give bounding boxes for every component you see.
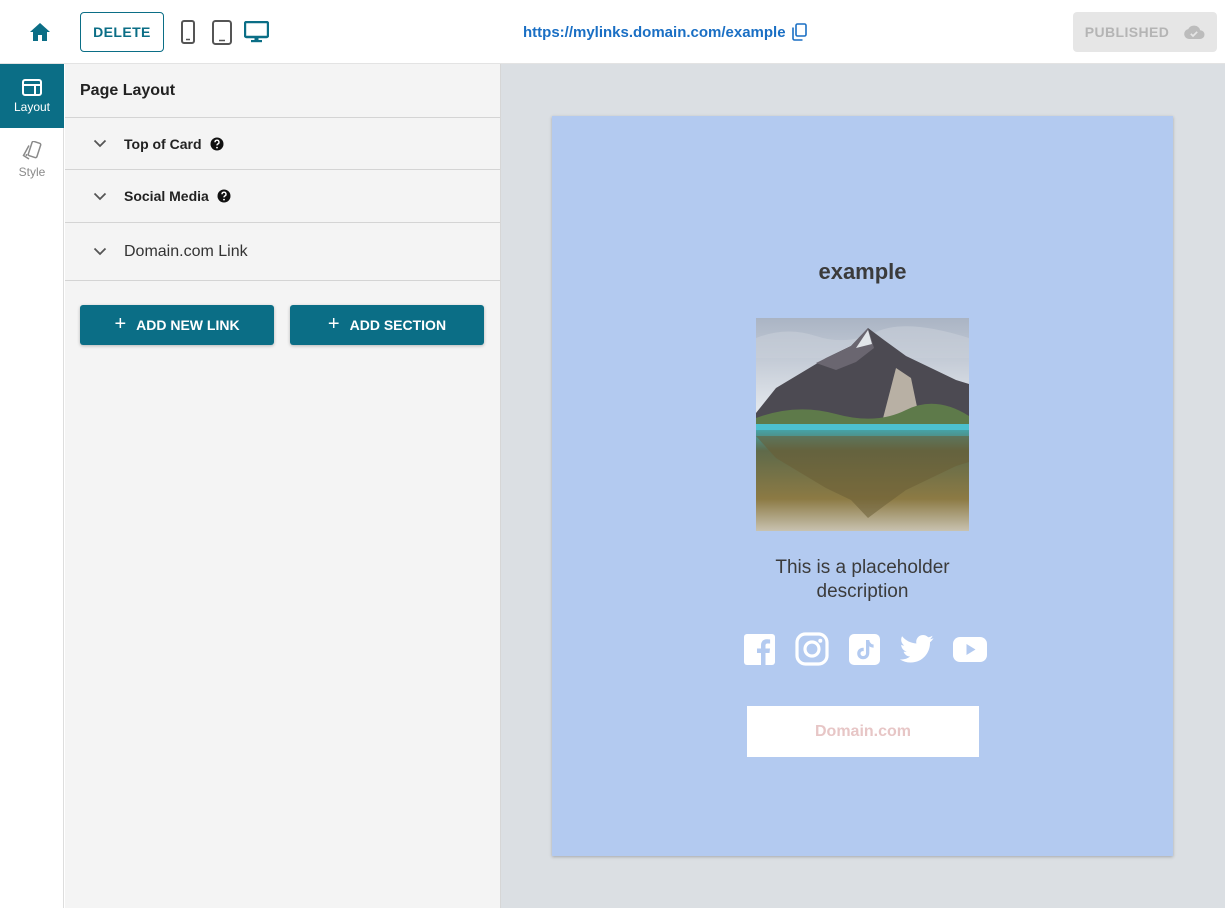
home-button[interactable] [24,16,56,48]
help-icon[interactable] [210,137,224,151]
section-label: Social Media [124,188,209,204]
rail-item-layout[interactable]: Layout [0,64,64,128]
section-domain-link[interactable]: Domain.com Link [65,223,500,281]
link-card-preview: example This is a placeholder descriptio [552,116,1173,856]
section-label: Domain.com Link [124,242,248,260]
page-layout-panel: Page Layout Top of Card Social Media Dom… [65,64,501,908]
home-icon [30,23,50,41]
help-icon[interactable] [217,189,231,203]
cloud-check-icon [1184,25,1205,39]
phone-view-button[interactable] [178,18,198,46]
rail-item-style[interactable]: Style [0,128,64,192]
chevron-down-icon [93,189,107,203]
twitter-icon[interactable] [900,632,934,666]
left-rail: Layout Style [0,64,64,908]
published-url-group: https://mylinks.domain.com/example [523,20,810,44]
facebook-icon[interactable] [742,632,776,666]
add-new-link-label: ADD NEW LINK [136,317,240,333]
section-label: Top of Card [124,135,202,152]
rail-item-label: Layout [13,99,51,114]
profile-image [756,318,969,531]
section-top-of-card[interactable]: Top of Card [65,118,500,170]
published-url-link[interactable]: https://mylinks.domain.com/example [523,24,786,41]
published-button[interactable]: PUBLISHED [1073,12,1217,52]
copy-url-button[interactable] [791,22,810,42]
panel-title: Page Layout [65,64,500,118]
add-new-link-button[interactable]: + ADD NEW LINK [80,305,274,345]
rail-item-label: Style [18,165,46,179]
tablet-icon [212,19,232,45]
layout-icon [22,78,42,96]
chevron-down-icon [93,245,107,259]
tiktok-icon[interactable] [848,632,882,666]
add-section-label: ADD SECTION [349,317,447,333]
plus-icon: + [114,313,127,335]
plus-icon: + [327,313,340,335]
desktop-icon [243,21,269,43]
youtube-icon[interactable] [953,632,987,666]
card-description: This is a placeholder description [775,557,950,602]
panel-actions: + ADD NEW LINK + ADD SECTION [80,305,484,345]
copy-icon [791,23,807,41]
phone-icon [181,20,195,44]
chevron-down-icon [93,137,107,151]
tablet-view-button[interactable] [210,18,234,46]
top-toolbar: DELETE https://mylinks.domain.com/exampl… [0,0,1225,64]
card-link-button[interactable]: Domain.com [747,706,979,757]
instagram-icon[interactable] [795,632,829,666]
style-icon [22,141,42,160]
card-title: example [818,259,907,284]
add-section-button[interactable]: + ADD SECTION [290,305,484,345]
delete-button[interactable]: DELETE [80,12,164,52]
published-label: PUBLISHED [1084,24,1170,40]
social-icons-row [742,631,987,667]
desktop-view-button[interactable] [243,18,269,46]
preview-area: example This is a placeholder descriptio [501,64,1225,908]
section-social-media[interactable]: Social Media [65,170,500,223]
